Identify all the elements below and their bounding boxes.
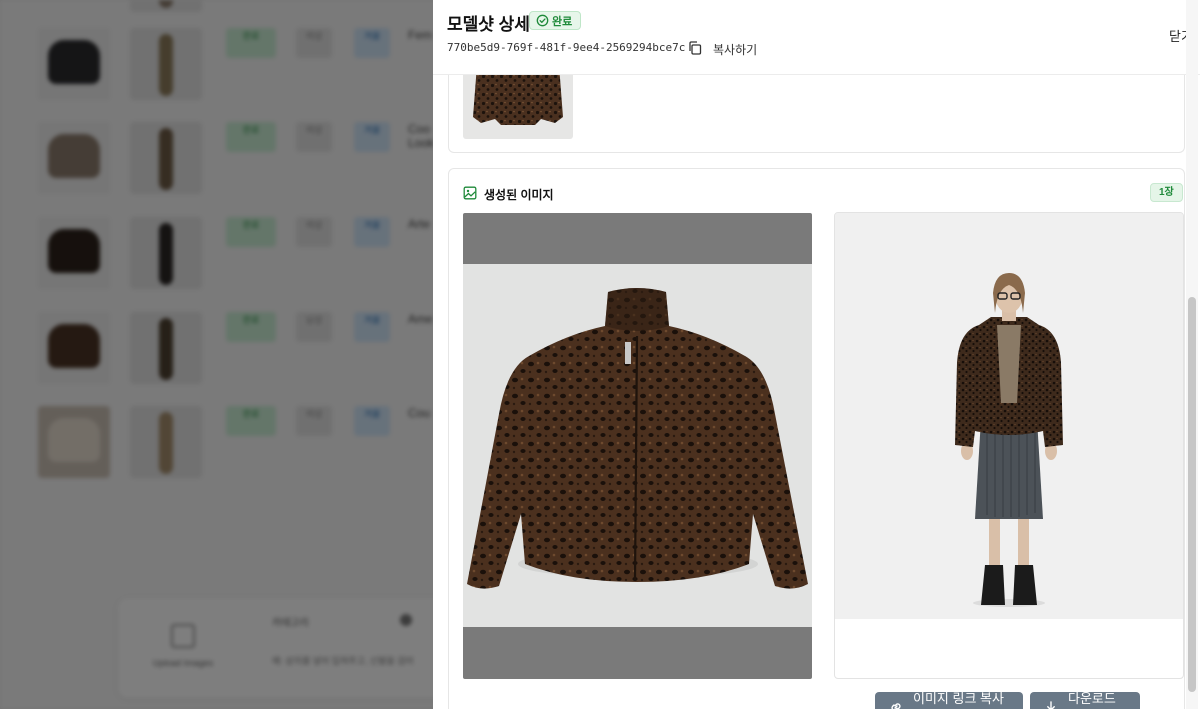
image-icon	[463, 186, 477, 200]
download-icon	[1047, 701, 1055, 709]
download-label: 다운로드하기	[1068, 691, 1116, 706]
copy-image-link-button[interactable]: 이미지 링크 복사하기	[875, 691, 1023, 709]
check-circle-icon	[536, 14, 549, 27]
scrollbar[interactable]	[1186, 0, 1198, 709]
status-text: 완료	[552, 15, 573, 28]
reference-thumbnail[interactable]	[463, 75, 573, 139]
status-badge: 완료	[529, 11, 582, 30]
product-image[interactable]	[463, 213, 812, 679]
copy-id-button[interactable]: 복사하기	[713, 41, 757, 58]
link-icon	[891, 703, 901, 709]
drawer-header: 모델샷 상세 완료 770be5d9-769f-481f-9ee4-256929…	[433, 0, 1200, 75]
generated-images-card: 생성된 이미지 1장	[448, 168, 1185, 709]
scrollbar-thumb[interactable]	[1188, 297, 1196, 692]
drawer-body[interactable]: 생성된 이미지 1장 이미지 링크 복사 다운로드	[433, 75, 1200, 709]
download-button[interactable]: 다운로드하기	[1030, 691, 1140, 709]
image-count-badge: 1장	[1150, 183, 1183, 202]
detail-drawer: 모델샷 상세 완료 770be5d9-769f-481f-9ee4-256929…	[433, 0, 1200, 709]
copy-link-label: 이미지 링크 복사하기	[913, 691, 1004, 706]
page-title: 모델샷 상세	[447, 15, 530, 34]
job-id: 770be5d9-769f-481f-9ee4-2569294bce7c	[447, 41, 686, 54]
section-title: 생성된 이미지	[484, 188, 554, 202]
model-image[interactable]	[834, 212, 1184, 679]
reference-image-card	[448, 75, 1185, 153]
copy-icon[interactable]	[687, 40, 703, 56]
